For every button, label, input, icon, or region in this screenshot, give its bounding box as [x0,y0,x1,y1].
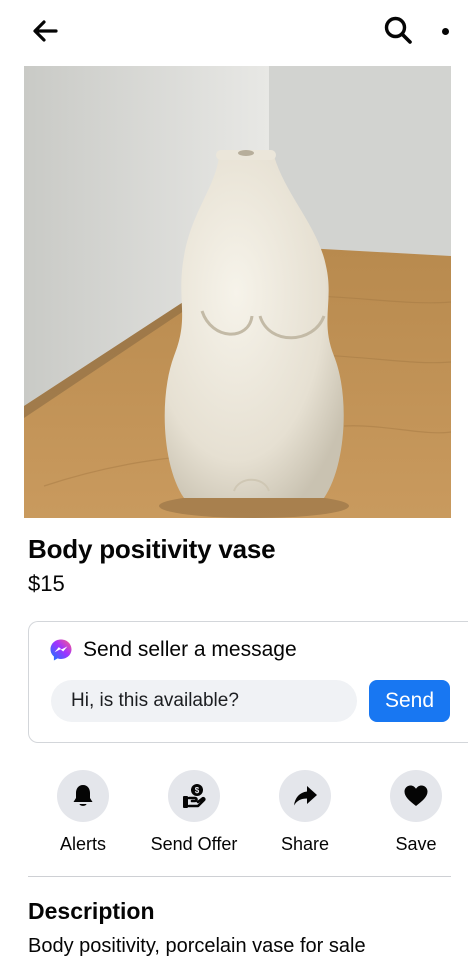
messenger-icon [50,639,72,661]
save-button[interactable]: Save [361,770,471,855]
hand-coin-icon: $ [183,784,206,808]
send-offer-label: Send Offer [150,834,238,854]
share-label: Share [280,834,330,854]
bell-icon [73,785,93,806]
save-circle [390,770,442,822]
arrow-left-icon [33,20,58,42]
share-arrow-icon [294,786,317,806]
listing-title: Body positivity vase [28,534,276,564]
listing-price: $15 [28,571,65,596]
search-icon [384,16,412,44]
save-label: Save [395,834,437,854]
share-circle [279,770,331,822]
svg-text:$: $ [195,786,200,795]
action-row: Alerts $ Send Offer Share Save [0,770,474,860]
share-button[interactable]: Share [250,770,360,855]
search-button[interactable] [380,12,416,48]
send-button[interactable]: Send [369,680,450,722]
heart-icon [404,785,428,806]
top-bar [0,0,474,64]
send-offer-button[interactable]: $ Send Offer [139,770,249,855]
description-heading: Description [28,898,155,924]
vase-photo-image [24,66,451,518]
listing-photo[interactable] [24,66,451,518]
message-heading: Send seller a message [83,638,297,661]
alerts-label: Alerts [59,834,106,854]
description-text: Body positivity, porcelain vase for sale [28,935,366,957]
alerts-circle [57,770,109,822]
back-button[interactable] [28,14,62,48]
section-divider [28,876,451,877]
more-icon [441,27,449,35]
message-header: Send seller a message [49,638,297,662]
alerts-button[interactable]: Alerts [28,770,138,855]
message-card: Send seller a message Hi, is this availa… [28,621,468,743]
send-offer-circle: $ [168,770,220,822]
more-options-button[interactable] [432,20,458,42]
message-input[interactable]: Hi, is this available? [51,680,357,722]
